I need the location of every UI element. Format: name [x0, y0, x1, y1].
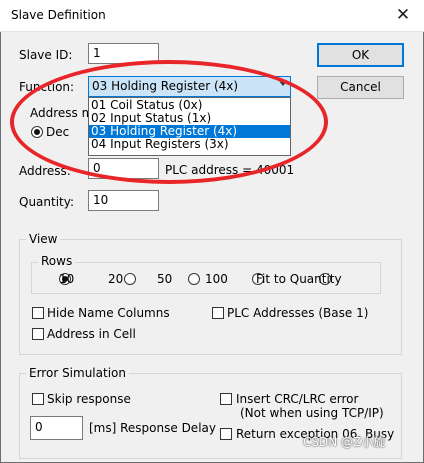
rows-option-label: 20 [108, 272, 124, 286]
close-icon[interactable]: ✕ [392, 4, 414, 26]
watermark-text: CSDN @Z小旋 [303, 435, 386, 449]
insert-crc-note: (Not when using TCP/IP) [240, 406, 384, 420]
plc-addresses-checkbox[interactable] [212, 307, 224, 319]
skip-response-label: Skip response [47, 392, 131, 406]
view-group-label: View [26, 232, 61, 246]
insert-crc-label: Insert CRC/LRC error [236, 392, 359, 406]
skip-response-checkbox[interactable] [32, 393, 44, 405]
rows-option-label: Fit to Quantity [256, 272, 342, 286]
address-in-cell-checkbox[interactable] [32, 328, 44, 340]
ok-button[interactable]: OK [317, 43, 404, 67]
response-delay-label: [ms] Response Delay [89, 421, 216, 435]
rows-option-label: 50 [157, 272, 173, 286]
response-delay-input[interactable]: 0 [30, 416, 83, 440]
rows-group-label: Rows [38, 254, 76, 268]
insert-crc-checkbox[interactable] [220, 393, 232, 405]
annotation-ellipse [10, 60, 328, 184]
window-title: Slave Definition [11, 8, 106, 22]
return-exception-checkbox[interactable] [220, 428, 232, 440]
address-in-cell-label: Address in Cell [47, 327, 136, 341]
cancel-button[interactable]: Cancel [317, 76, 404, 99]
error-simulation-label: Error Simulation [26, 366, 129, 380]
hide-name-columns-label: Hide Name Columns [47, 306, 170, 320]
rows-option-label: 10 [59, 272, 75, 286]
quantity-input[interactable]: 10 [88, 190, 159, 211]
quantity-label: Quantity: [19, 195, 75, 209]
rows-radio-20[interactable] [123, 273, 136, 285]
hide-name-columns-checkbox[interactable] [32, 307, 44, 319]
rows-option-label: 100 [205, 272, 228, 286]
slave-id-label: Slave ID: [19, 48, 73, 62]
plc-addresses-label: PLC Addresses (Base 1) [227, 306, 369, 320]
